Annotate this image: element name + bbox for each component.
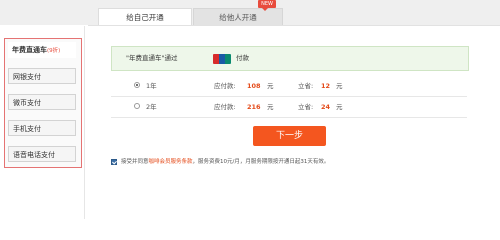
save-amount: 12: [321, 82, 331, 90]
save-unit: 元: [336, 103, 343, 111]
plan-option-2-year[interactable]: 2年 应付款: 216 元 立省: 24 元: [134, 100, 374, 114]
new-badge: NEW: [258, 0, 276, 11]
pay-amount: 108: [247, 82, 261, 90]
discount-tag: (9折): [47, 48, 61, 54]
agree-suffix: ，服务资费10元/月，月服务期限按开通日起31天有效。: [192, 159, 330, 165]
pay-amount: 216: [247, 103, 261, 111]
unionpay-icon: [213, 54, 231, 64]
plan-duration: 1年: [146, 82, 157, 90]
payment-method-sidebar: 年费直通车(9折) 网银支付 微币支付 手机支付 语音电话支付: [4, 38, 82, 168]
sidebar-item-online-banking[interactable]: 网银支付: [8, 68, 76, 84]
tab-others-open[interactable]: 给他人开通: [193, 8, 283, 26]
save-unit: 元: [336, 82, 343, 90]
pay-unit: 元: [267, 103, 274, 111]
sidebar-item-annual-express[interactable]: 年费直通车(9折): [8, 42, 76, 58]
sidebar-item-voice-pay[interactable]: 语音电话支付: [8, 146, 76, 162]
pay-label: 应付款:: [214, 103, 236, 111]
pay-label: 应付款:: [214, 82, 236, 90]
plan-duration: 2年: [146, 103, 157, 111]
divider: [111, 96, 467, 97]
radio-button[interactable]: [134, 82, 140, 88]
sidebar-item-label: 年费直通车: [12, 46, 47, 54]
save-label: 立省:: [298, 82, 314, 90]
terms-link[interactable]: 咖啡会员服务条款: [149, 159, 193, 165]
intro-box: "年费直通车"通过 付款: [111, 46, 469, 71]
divider: [84, 26, 85, 219]
radio-button[interactable]: [134, 103, 140, 109]
divider: [111, 117, 467, 118]
pay-label: 付款: [236, 54, 249, 62]
save-label: 立省:: [298, 103, 314, 111]
agree-prefix: 接受并同意: [121, 159, 149, 165]
agree-checkbox[interactable]: [111, 159, 117, 165]
save-amount: 24: [321, 103, 331, 111]
sidebar-item-micro-coin[interactable]: 微币支付: [8, 94, 76, 110]
divider: [88, 25, 500, 26]
plan-option-1-year[interactable]: 1年 应付款: 108 元 立省: 12 元: [134, 79, 374, 93]
next-step-button[interactable]: 下一步: [253, 126, 326, 146]
intro-text: "年费直通车"通过: [126, 54, 178, 62]
pay-unit: 元: [267, 82, 274, 90]
sidebar-item-mobile-pay[interactable]: 手机支付: [8, 120, 76, 136]
tab-self-open[interactable]: 给自己开通: [98, 8, 192, 26]
